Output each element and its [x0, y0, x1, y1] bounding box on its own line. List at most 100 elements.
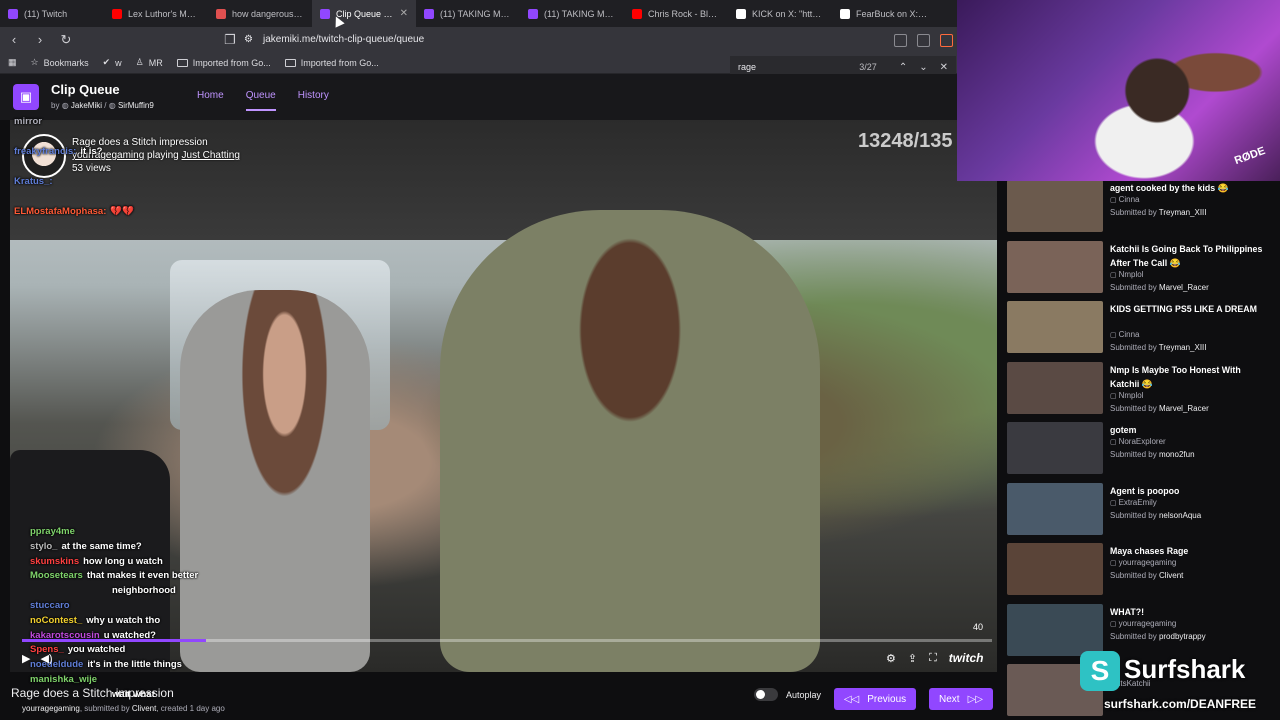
find-next-icon[interactable]: ⌄: [919, 62, 927, 73]
fullscreen-icon[interactable]: ⛶: [929, 652, 937, 665]
brave-shield-icon[interactable]: [940, 34, 953, 47]
below-clip-title: Rage does a Stitch impression: [11, 686, 174, 700]
below-channel[interactable]: yourragegaming: [22, 704, 80, 713]
bookmark-item[interactable]: ♙ MR: [136, 57, 163, 68]
queue-item[interactable]: KIDS GETTING PS5 LIKE A DREAM Cinna Submit…: [1007, 297, 1277, 355]
queue-item[interactable]: gotem NoraExplorer Submitted by mono2fun: [1007, 418, 1277, 476]
author-link[interactable]: SirMuffin9: [118, 101, 154, 110]
play-icon[interactable]: ▶: [22, 652, 30, 665]
star-icon: ☆: [30, 57, 39, 67]
video-progress-bar[interactable]: [22, 639, 992, 642]
chat-username: ELMostafaMophasa:: [14, 206, 107, 217]
reader-icon[interactable]: [894, 34, 907, 47]
chat-text: at the same time?: [61, 540, 142, 552]
browser-tab[interactable]: Lex Luthor's Monke: [104, 0, 208, 27]
next-button[interactable]: Next ▷▷: [929, 688, 993, 710]
queue-item[interactable]: Maya chases Rage yourragegaming Submitted …: [1007, 539, 1277, 597]
app-header: ▣ Clip Queue by ◍ JakeMiki / ◍ SirMuffin…: [0, 74, 1000, 120]
apps-grid-icon[interactable]: ▦: [8, 57, 17, 68]
queue-item[interactable]: Agent is poopoo ExtraEmily Submitted by ne…: [1007, 479, 1277, 537]
surfshark-logo-icon: S: [1080, 651, 1120, 691]
find-input[interactable]: rage: [738, 62, 756, 72]
site-settings-icon[interactable]: ⚙: [244, 34, 253, 45]
chat-message: stuccaro: [30, 600, 74, 611]
tab-title: Clip Queue - C: [336, 8, 394, 19]
queue-item[interactable]: Nmp Is Maybe Too Honest With Katchii 😂 Nm…: [1007, 358, 1277, 416]
queue-thumbnail[interactable]: [1007, 180, 1103, 232]
tab-favicon-icon: [736, 8, 746, 19]
sponsor-url: surfshark.com/DEANFREE: [1104, 697, 1257, 711]
bookmark-icon[interactable]: ❐: [224, 32, 236, 48]
find-count: 3/27: [859, 62, 877, 72]
chat-username: freakyfrancis:: [14, 146, 77, 157]
share-icon[interactable]: [917, 34, 930, 47]
below-submitter[interactable]: Clivent: [132, 704, 156, 713]
queue-title: WHAT?!: [1110, 606, 1145, 617]
queue-thumbnail[interactable]: [1007, 422, 1103, 474]
nav-history[interactable]: History: [298, 90, 329, 111]
queue-thumbnail[interactable]: [1007, 543, 1103, 595]
nav-queue[interactable]: Queue: [245, 90, 276, 111]
submitted-by-label: Submitted by: [1110, 450, 1157, 459]
browser-tab[interactable]: (11) Twitch: [0, 0, 104, 27]
tab-favicon-icon: [632, 8, 642, 19]
chat-text: it's in the little things: [87, 659, 182, 671]
chat-username: manishka_wije: [30, 674, 98, 685]
bookmark-item[interactable]: Imported from Go...: [284, 57, 379, 68]
next-label: Next: [939, 693, 960, 705]
browser-tab[interactable]: Chris Rock - Black P: [624, 0, 728, 27]
mr-icon: ♙: [135, 57, 144, 67]
browser-tab[interactable]: how dangerous is li: [208, 0, 312, 27]
bookmark-item[interactable]: ✔ w: [103, 57, 122, 68]
chat-username: noContest_: [30, 614, 83, 626]
tab-favicon-icon: [840, 8, 850, 19]
share-icon[interactable]: ⇪: [908, 652, 917, 665]
chat-message: manishka_wije: [30, 674, 101, 685]
queue-item[interactable]: Katchii Is Going Back To Philippines Aft…: [1007, 237, 1277, 295]
chat-username: mirror: [14, 116, 42, 127]
back-icon[interactable]: ‹: [8, 32, 20, 47]
queue-thumbnail[interactable]: [1007, 361, 1103, 414]
autoplay-control[interactable]: Autoplay: [754, 688, 821, 701]
created-label: , created 1 day ago: [156, 704, 225, 713]
queue-title: gotem: [1110, 425, 1137, 435]
nav-home[interactable]: Home: [197, 90, 224, 111]
previous-button[interactable]: ◁◁ Previous: [834, 688, 916, 710]
queue-thumbnail[interactable]: [1007, 240, 1103, 293]
browser-tab[interactable]: (11) TAKING MAYA: [416, 0, 520, 27]
tab-title: (11) TAKING MAYA: [544, 8, 616, 19]
submitted-by-label: Submitted by: [1110, 208, 1157, 217]
browser-tab[interactable]: KICK on X: "https://: [728, 0, 832, 27]
volume-icon[interactable]: ◀): [40, 652, 52, 665]
queue-channel: yourragegaming: [1110, 619, 1177, 628]
submitted-by-label: Submitted by: [1110, 343, 1157, 352]
url-text[interactable]: jakemiki.me/twitch-clip-queue/queue: [263, 34, 424, 45]
twitch-logo-icon[interactable]: twitch: [949, 651, 984, 665]
queue-submitter: Submitted by mono2fun: [1110, 450, 1195, 459]
tab-close-icon[interactable]: ✕: [400, 8, 408, 19]
clip-game-link[interactable]: Just Chatting: [182, 150, 240, 161]
author-link[interactable]: JakeMiki: [71, 101, 102, 110]
chat-text: 💔💔: [110, 206, 135, 217]
reload-icon[interactable]: ↻: [60, 32, 72, 48]
browser-tab[interactable]: (11) TAKING MAYA: [520, 0, 624, 27]
autoplay-label: Autoplay: [786, 689, 822, 700]
autoplay-toggle[interactable]: [754, 688, 778, 701]
chat-username: ppray4me: [30, 526, 75, 537]
url-box[interactable]: ⚙ jakemiki.me/twitch-clip-queue/queue: [244, 30, 959, 49]
queue-item[interactable]: agent cooked by the kids 😂 Cinna Submitted…: [1007, 176, 1277, 234]
find-previous-icon[interactable]: ⌃: [899, 62, 907, 73]
queue-thumbnail[interactable]: [1007, 482, 1103, 535]
bookmark-item[interactable]: ☆ Bookmarks: [31, 57, 89, 68]
settings-gear-icon[interactable]: ⚙: [886, 652, 896, 665]
chat-message: ppray4me: [30, 526, 79, 537]
bookmark-item[interactable]: Imported from Go...: [176, 58, 271, 68]
browser-tab[interactable]: FearBuck on X: "The: [832, 0, 936, 27]
frame-counter: 13248/135: [858, 130, 953, 152]
find-close-icon[interactable]: ✕: [940, 62, 948, 73]
forward-icon[interactable]: ›: [34, 32, 46, 47]
bookmark-label: Imported from Go...: [300, 57, 379, 68]
queue-thumbnail[interactable]: [1007, 301, 1103, 353]
browser-tab[interactable]: Clip Queue - C ✕: [312, 0, 416, 27]
chat-text: neighborhood: [112, 585, 176, 597]
